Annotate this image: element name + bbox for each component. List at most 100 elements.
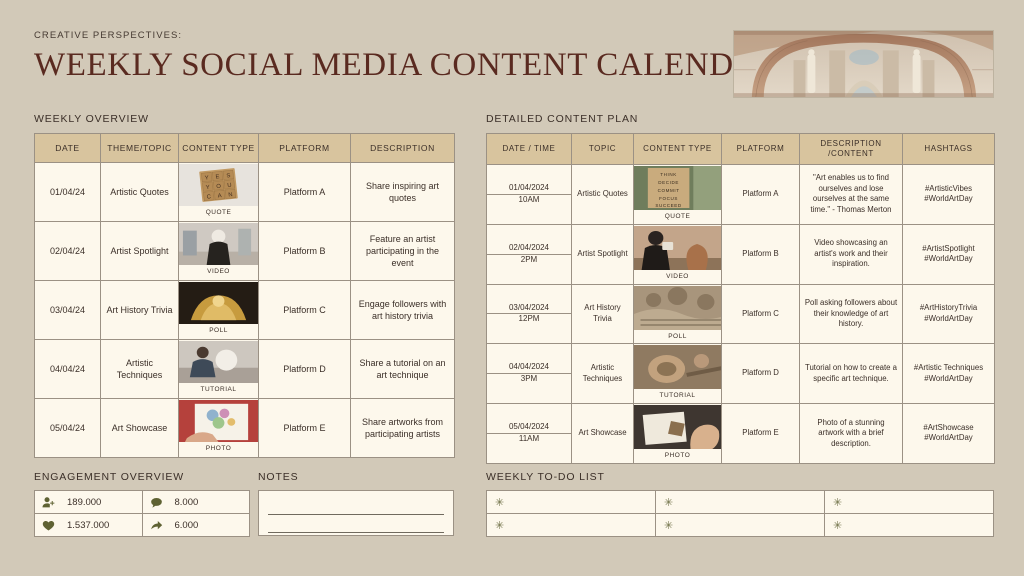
page-title: WEEKLY SOCIAL MEDIA CONTENT CALENDAR✳ (34, 48, 814, 83)
header-kicker: CREATIVE PERSPECTIVES: (34, 30, 183, 41)
asterisk-icon: ✳ (832, 495, 843, 509)
svg-text:THINK: THINK (660, 172, 677, 177)
cell-topic: Artistic Quotes (571, 164, 634, 225)
cell-time: 10AM (518, 194, 540, 204)
cell-theme: Art History Trivia (100, 280, 179, 340)
cell-time: 2PM (520, 254, 538, 264)
table-row: 02/04/2024 2PM Artist Spotlight VIDEO Platf… (486, 223, 995, 285)
engagement-metric: 189.000 (34, 490, 143, 514)
cell-platform: Platform C (721, 283, 800, 345)
content-type-label: TUTORIAL (200, 386, 237, 393)
asterisk-icon: ✳ (832, 518, 843, 532)
cell-hashtags: #ArtShowcase #WorldArtDay (902, 403, 995, 464)
svg-text:U: U (227, 183, 232, 189)
share-icon (150, 519, 163, 532)
table-row: 05/04/24 Art Showcase PHOTO Platform E Shar… (34, 398, 455, 458)
think-decide-commit-sign-thumbnail: THINK DECIDE COMMIT FOCUS SUCCEED (634, 166, 721, 210)
cell-topic: Artist Spotlight (571, 223, 634, 285)
detailed-plan-label: DETAILED CONTENT PLAN (486, 113, 639, 125)
ancient-stone-relief-thumbnail (634, 285, 721, 330)
content-type-label: VIDEO (666, 272, 689, 280)
asterisk-icon: ✳ (495, 495, 505, 509)
cell-date: 03/04/2024 (487, 303, 571, 315)
hand-holding-artifact-thumbnail (634, 405, 721, 450)
cell-content-type: THINK DECIDE COMMIT FOCUS SUCCEED QUOTE (633, 164, 722, 225)
cell-datetime: 05/04/2024 11AM (486, 403, 572, 464)
cell-description: Share a tutorial on an art technique (350, 339, 455, 399)
content-type-label: PHOTO (205, 445, 232, 452)
cell-description: Video showcasing an artist's work and th… (799, 223, 903, 285)
scrabble-yes-you-can-thumbnail: YES YOU CAN (179, 164, 258, 206)
table-row: 04/04/24 Artistic Techniques TUTORIAL Plat… (34, 339, 455, 399)
cell-datetime: 02/04/2024 2PM (486, 223, 572, 285)
cell-platform: Platform D (258, 339, 351, 399)
cell-datetime: 03/04/2024 12PM (486, 283, 572, 345)
cell-content-type: YES YOU C A N QUOTE (178, 162, 259, 222)
engagement-value: 8.000 (174, 496, 199, 508)
heart-icon (42, 519, 55, 532)
notes-box[interactable] (258, 490, 454, 536)
svg-text:S: S (226, 173, 231, 179)
engagement-metric: 6.000 (141, 513, 250, 537)
cell-hashtags: #ArtistSpotlight #WorldArtDay (902, 223, 995, 285)
weekly-overview-table: DATE THEME/TOPIC CONTENT TYPE PLATFORM D… (34, 133, 455, 458)
todo-item[interactable]: ✳ (486, 513, 656, 537)
cell-content-type: POLL (633, 283, 722, 345)
todo-item[interactable]: ✳ (823, 513, 995, 537)
notes-label: NOTES (258, 471, 299, 483)
cell-date: 03/04/24 (34, 280, 101, 340)
engagement-metric: 8.000 (141, 490, 250, 514)
table-row: 01/04/24 Artistic Quotes YES YOU C A N QUOTE… (34, 162, 455, 222)
clay-pottery-tools-thumbnail (634, 345, 721, 390)
artist-in-studio-thumbnail (179, 223, 258, 265)
svg-text:COMMIT: COMMIT (658, 188, 680, 193)
page-title-text: WEEKLY SOCIAL MEDIA CONTENT CALENDAR (34, 47, 781, 83)
cell-date: 01/04/2024 (487, 183, 571, 195)
col-header-hashtags: HASHTAGS (902, 133, 995, 165)
cell-description: "Art enables us to find ourselves and lo… (799, 164, 903, 225)
todo-item[interactable]: ✳ (654, 490, 825, 514)
cell-content-type: PHOTO (633, 403, 722, 464)
cell-date: 02/04/2024 (487, 243, 571, 255)
engagement-overview-table: 189.000 8.000 1.537.000 6.000 (34, 490, 250, 537)
cell-date: 02/04/24 (34, 221, 101, 281)
cell-content-type: POLL (178, 280, 259, 340)
svg-text:A: A (217, 193, 222, 199)
cell-datetime: 01/04/2024 10AM (486, 164, 572, 225)
cell-content-type: VIDEO (178, 221, 259, 281)
col-header-platform: PLATFORM (258, 133, 351, 163)
table-row: 04/04/2024 3PM Artistic Techniques TUTORIA… (486, 343, 995, 405)
svg-text:DECIDE: DECIDE (658, 180, 679, 185)
cell-content-type: VIDEO (633, 223, 722, 285)
todo-item[interactable]: ✳ (654, 513, 825, 537)
engagement-value: 1.537.000 (67, 519, 110, 531)
engagement-metric: 1.537.000 (34, 513, 143, 537)
cell-platform: Platform B (258, 221, 351, 281)
note-line[interactable] (268, 519, 444, 533)
note-line[interactable] (268, 501, 444, 515)
golden-sculpture-thumbnail (179, 282, 258, 324)
asterisk-icon: ✳ (663, 518, 674, 532)
engagement-row: 189.000 8.000 (34, 490, 250, 514)
cell-content-type: PHOTO (178, 398, 259, 458)
page-header: CREATIVE PERSPECTIVES: WEEKLY SOCIAL MED… (34, 30, 814, 83)
cell-datetime: 04/04/2024 3PM (486, 343, 572, 405)
content-type-label: TUTORIAL (659, 392, 696, 400)
cell-time: 11AM (518, 433, 540, 443)
cell-description: Share inspiring art quotes (350, 162, 455, 222)
todo-row: ✳ ✳ ✳ (486, 490, 995, 514)
content-type-label: POLL (668, 332, 687, 340)
todo-item[interactable]: ✳ (486, 490, 656, 514)
svg-text:Y: Y (205, 175, 210, 181)
col-header-topic: TOPIC (571, 133, 634, 165)
content-type-label: VIDEO (207, 268, 230, 275)
cell-description: Poll asking followers about their knowle… (799, 283, 903, 345)
cell-date: 05/04/2024 (487, 422, 571, 434)
col-header-content-type: CONTENT TYPE (178, 133, 259, 163)
cell-date: 05/04/24 (34, 398, 101, 458)
cell-topic: Art Showcase (571, 403, 634, 464)
weekly-todo-table: ✳ ✳ ✳ ✳ ✳ ✳ (486, 490, 995, 537)
todo-row: ✳ ✳ ✳ (486, 513, 995, 537)
cell-content-type: TUTORIAL (633, 343, 722, 405)
todo-item[interactable]: ✳ (823, 490, 995, 514)
